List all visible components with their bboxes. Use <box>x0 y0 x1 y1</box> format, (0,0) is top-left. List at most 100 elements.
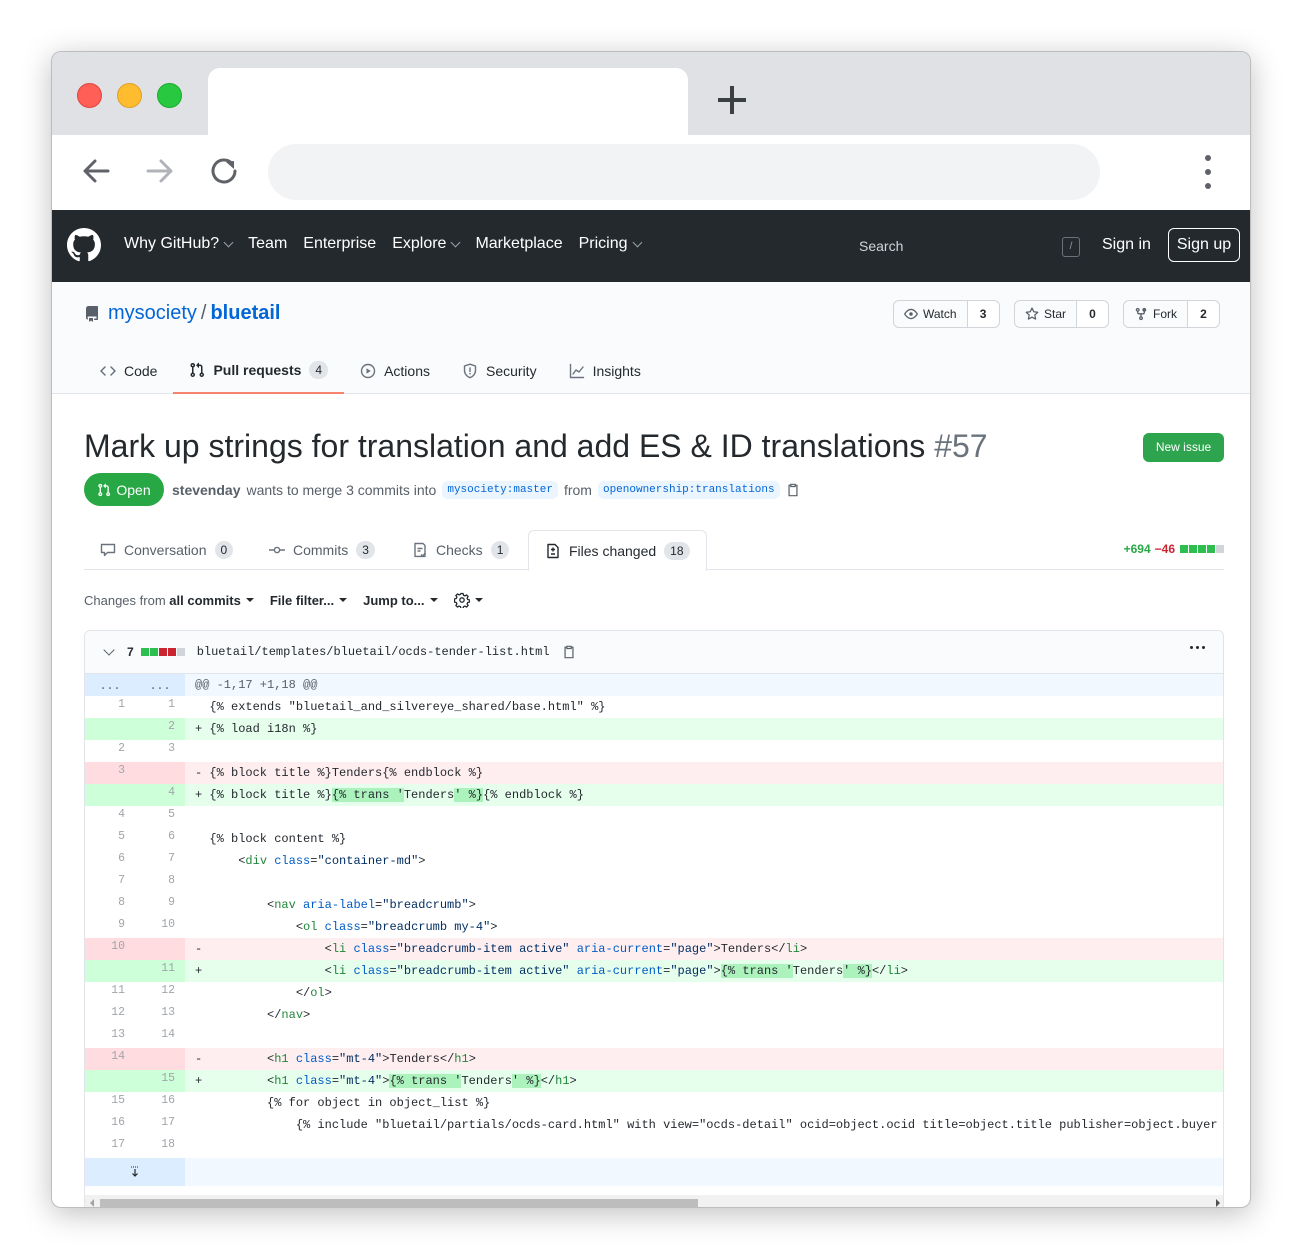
comment-icon <box>100 543 116 557</box>
tab-commits[interactable]: Commits 3 <box>269 530 375 570</box>
tab-files-changed[interactable]: Files changed 18 <box>528 530 707 571</box>
pr-state-badge: Open <box>84 473 164 506</box>
caret-down-icon <box>245 598 254 602</box>
repo-name-link[interactable]: bluetail <box>210 302 280 325</box>
reload-icon[interactable] <box>206 153 242 189</box>
fork-button[interactable]: Fork <box>1123 300 1188 328</box>
tab-code[interactable]: Code <box>84 348 173 394</box>
file-header: 7 bluetail/templates/bluetail/ocds-tende… <box>85 631 1223 674</box>
nav-marketplace[interactable]: Marketplace <box>475 235 562 253</box>
diff-line: 89 <nav aria-label="breadcrumb"> <box>118 896 476 912</box>
nav-why-github[interactable]: Why GitHub? <box>124 235 234 253</box>
pr-meta: stevenday wants to merge 3 commits into … <box>172 481 800 499</box>
diff-settings-dropdown[interactable] <box>453 592 483 608</box>
diffstat-blocks <box>1179 542 1224 556</box>
github-header: Why GitHub? Team Enterprise Explore Mark… <box>52 210 1250 282</box>
watch-button-group: Watch 3 <box>893 300 1000 328</box>
watch-button[interactable]: Watch <box>893 300 968 328</box>
chevron-down-icon <box>632 237 642 247</box>
back-arrow-icon[interactable] <box>78 153 114 189</box>
diff-line: 11 12 </ol> <box>111 984 332 1000</box>
clipboard-icon[interactable] <box>562 645 576 659</box>
browser-tab-strip <box>52 52 1250 136</box>
tab-actions[interactable]: Actions <box>344 348 446 394</box>
jump-to-dropdown[interactable]: Jump to... <box>363 593 438 608</box>
shield-icon <box>463 363 477 379</box>
tab-security[interactable]: Security <box>446 348 553 394</box>
pr-number: #57 <box>934 428 988 464</box>
tab-checks[interactable]: Checks 1 <box>412 530 510 570</box>
sign-up-button[interactable]: Sign up <box>1168 228 1240 262</box>
play-icon <box>360 363 376 379</box>
repo-title: mysociety / bluetail <box>84 302 280 325</box>
tab-conversation[interactable]: Conversation 0 <box>100 530 234 570</box>
nav-team[interactable]: Team <box>248 235 287 253</box>
maximize-window-button[interactable] <box>157 83 182 108</box>
star-count[interactable]: 0 <box>1077 300 1110 328</box>
eye-icon <box>904 308 918 320</box>
browser-menu-icon[interactable] <box>1202 155 1214 189</box>
conversation-count: 0 <box>214 541 234 559</box>
browser-window: Why GitHub? Team Enterprise Explore Mark… <box>51 51 1251 1208</box>
diff-line-removed: 3- {% block title %}Tenders{% endblock %… <box>85 762 1223 784</box>
diff-line: 13 14 <box>111 1028 175 1041</box>
tab-pull-requests[interactable]: Pull requests 4 <box>173 348 345 394</box>
diff-line: 67 <div class="container-md"> <box>118 852 426 868</box>
diff-line-removed: 10- <li class="breadcrumb-item active" a… <box>85 938 1223 960</box>
browser-tab[interactable] <box>208 68 688 136</box>
expand-down-button[interactable]: ... <box>135 674 185 696</box>
fork-button-group: Fork 2 <box>1123 300 1220 328</box>
scroll-left-arrow-icon[interactable] <box>90 1199 94 1207</box>
collapse-chevron-icon[interactable] <box>103 644 115 656</box>
file-diff-icon <box>547 543 559 558</box>
nav-enterprise[interactable]: Enterprise <box>303 235 376 253</box>
diff-lines: ... ... @@ -1,17 +1,18 @@ 11 {% extends … <box>85 674 1223 1186</box>
head-branch[interactable]: openownership:translations <box>597 481 780 499</box>
diff-line-removed: 14- <h1 class="mt-4">Tenders</h1> <box>85 1048 1223 1070</box>
repo-owner-link[interactable]: mysociety <box>108 302 197 325</box>
fork-count[interactable]: 2 <box>1188 300 1220 328</box>
file-options-icon[interactable] <box>1190 646 1205 649</box>
diff-line: 9 10 <ol class="breadcrumb my-4"> <box>118 918 498 934</box>
diff-line: 12 13 </nav> <box>111 1006 311 1022</box>
chevron-down-icon <box>223 237 234 247</box>
file-filter-dropdown[interactable]: File filter... <box>270 593 348 608</box>
forward-arrow-icon[interactable] <box>142 153 178 189</box>
changes-from-dropdown[interactable]: Changes from all commits <box>84 593 254 608</box>
pr-author-link[interactable]: stevenday <box>172 482 240 498</box>
new-tab-plus-icon[interactable] <box>718 86 746 114</box>
minimize-window-button[interactable] <box>117 83 142 108</box>
nav-pricing[interactable]: Pricing <box>579 235 642 253</box>
caret-down-icon <box>339 598 348 602</box>
close-window-button[interactable] <box>77 83 102 108</box>
repo-tabs: Code Pull requests 4 Actions Security In… <box>84 348 657 394</box>
file-path-link[interactable]: bluetail/templates/bluetail/ocds-tender-… <box>197 645 550 659</box>
tab-insights[interactable]: Insights <box>553 348 657 394</box>
expand-below-button[interactable] <box>85 1158 185 1186</box>
star-button[interactable]: Star <box>1014 300 1078 328</box>
deletions-count: −46 <box>1154 542 1175 556</box>
address-bar[interactable] <box>268 144 1100 200</box>
fork-icon <box>1135 307 1147 321</box>
clipboard-icon[interactable] <box>786 483 800 497</box>
github-logo-icon[interactable] <box>67 228 101 262</box>
search-input[interactable]: Search / <box>845 230 1080 262</box>
scroll-right-arrow-icon[interactable] <box>1216 1199 1220 1207</box>
file-diff: 7 bluetail/templates/bluetail/ocds-tende… <box>84 630 1224 1207</box>
scrollbar-thumb[interactable] <box>100 1199 698 1207</box>
base-branch[interactable]: mysociety:master <box>442 481 558 499</box>
sign-in-link[interactable]: Sign in <box>1102 236 1151 254</box>
diff-line: 16 17 {% include "bluetail/partials/ocds-… <box>111 1116 1218 1132</box>
watch-count[interactable]: 3 <box>967 300 1000 328</box>
chevron-down-icon <box>450 237 461 247</box>
diff-line-added: 11 + <li class="breadcrumb-item active" a… <box>85 960 1223 982</box>
caret-down-icon <box>474 598 483 602</box>
code-icon <box>100 366 116 376</box>
nav-explore[interactable]: Explore <box>392 235 461 253</box>
horizontal-scrollbar[interactable] <box>85 1195 1223 1207</box>
new-issue-button[interactable]: New issue <box>1143 433 1224 462</box>
expand-up-button[interactable]: ... <box>85 674 135 696</box>
diff-filter-bar: Changes from all commits File filter... … <box>84 592 499 608</box>
checks-count: 1 <box>490 541 510 559</box>
diff-line: 11 {% extends "bluetail_and_silvereye_sh… <box>118 698 606 714</box>
